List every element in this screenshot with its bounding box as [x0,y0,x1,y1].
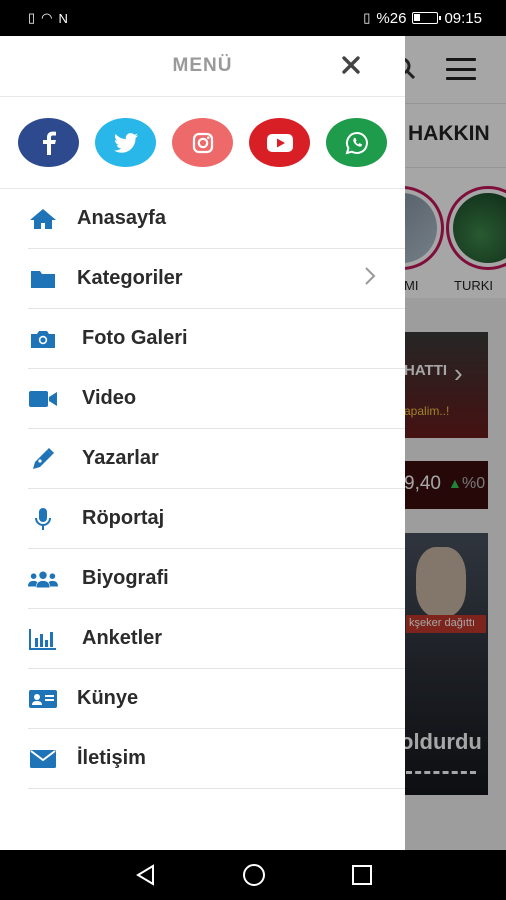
id-card-icon [28,687,58,711]
menu-item-kategoriler[interactable]: Kategoriler [28,249,405,309]
menu-item-biyografi[interactable]: Biyografi [28,549,405,609]
close-icon[interactable] [338,52,364,78]
camera-icon [28,327,58,351]
menu-item-label: İletişim [77,747,146,769]
clock: 09:15 [444,9,482,27]
users-icon [28,567,58,591]
battery-icon [412,12,442,24]
menu-item-kunye[interactable]: Künye [28,669,405,729]
youtube-icon[interactable] [249,118,310,167]
facebook-icon[interactable] [18,118,79,167]
back-icon[interactable] [133,862,159,888]
twitter-icon[interactable] [95,118,156,167]
sim-icon: ▯ [28,10,36,25]
vibrate-icon: ▯ [363,10,371,25]
home-icon [28,207,58,231]
menu-item-anketler[interactable]: Anketler [28,609,405,669]
menu-item-iletisim[interactable]: İletişim [28,729,405,789]
system-navigation-bar [0,850,506,900]
social-links [0,97,405,189]
home-button-icon[interactable] [241,862,267,888]
microphone-icon [28,507,58,531]
menu-item-video[interactable]: Video [28,369,405,429]
menu-item-label: Anasayfa [77,207,166,229]
drawer-scrim[interactable] [405,36,506,850]
menu-item-label: Video [82,387,137,409]
folder-icon [28,267,58,291]
menu-item-label: Foto Galeri [82,327,188,349]
instagram-icon[interactable] [172,118,233,167]
menu-item-roportaj[interactable]: Röportaj [28,489,405,549]
chevron-right-icon[interactable] [364,265,376,293]
whatsapp-icon[interactable] [326,118,387,167]
menu-item-foto-galeri[interactable]: Foto Galeri [28,309,405,369]
pen-icon [28,447,58,471]
menu-item-label: Anketler [82,627,163,649]
status-bar: ▯ ◠ N ▯ %26 09:15 [0,0,506,36]
drawer-header: MENÜ [0,36,405,97]
wifi-icon: ◠ [41,10,53,25]
bar-chart-icon [28,627,58,651]
menu-item-anasayfa[interactable]: Anasayfa [28,189,405,249]
navigation-drawer: MENÜ Anasayfa Kategoriler Foto Galeri Vi… [0,36,405,850]
menu-item-label: Röportaj [82,507,165,529]
menu-item-label: Kategoriler [77,267,183,289]
menu-item-label: Künye [77,687,139,709]
video-camera-icon [28,387,58,411]
nfc-icon: N [58,10,68,26]
battery-percent: %26 [376,9,407,27]
envelope-icon [28,747,58,771]
menu-item-label: Biyografi [82,567,169,589]
menu-item-yazarlar[interactable]: Yazarlar [28,429,405,489]
recents-icon[interactable] [349,862,375,888]
menu-item-label: Yazarlar [82,447,159,469]
